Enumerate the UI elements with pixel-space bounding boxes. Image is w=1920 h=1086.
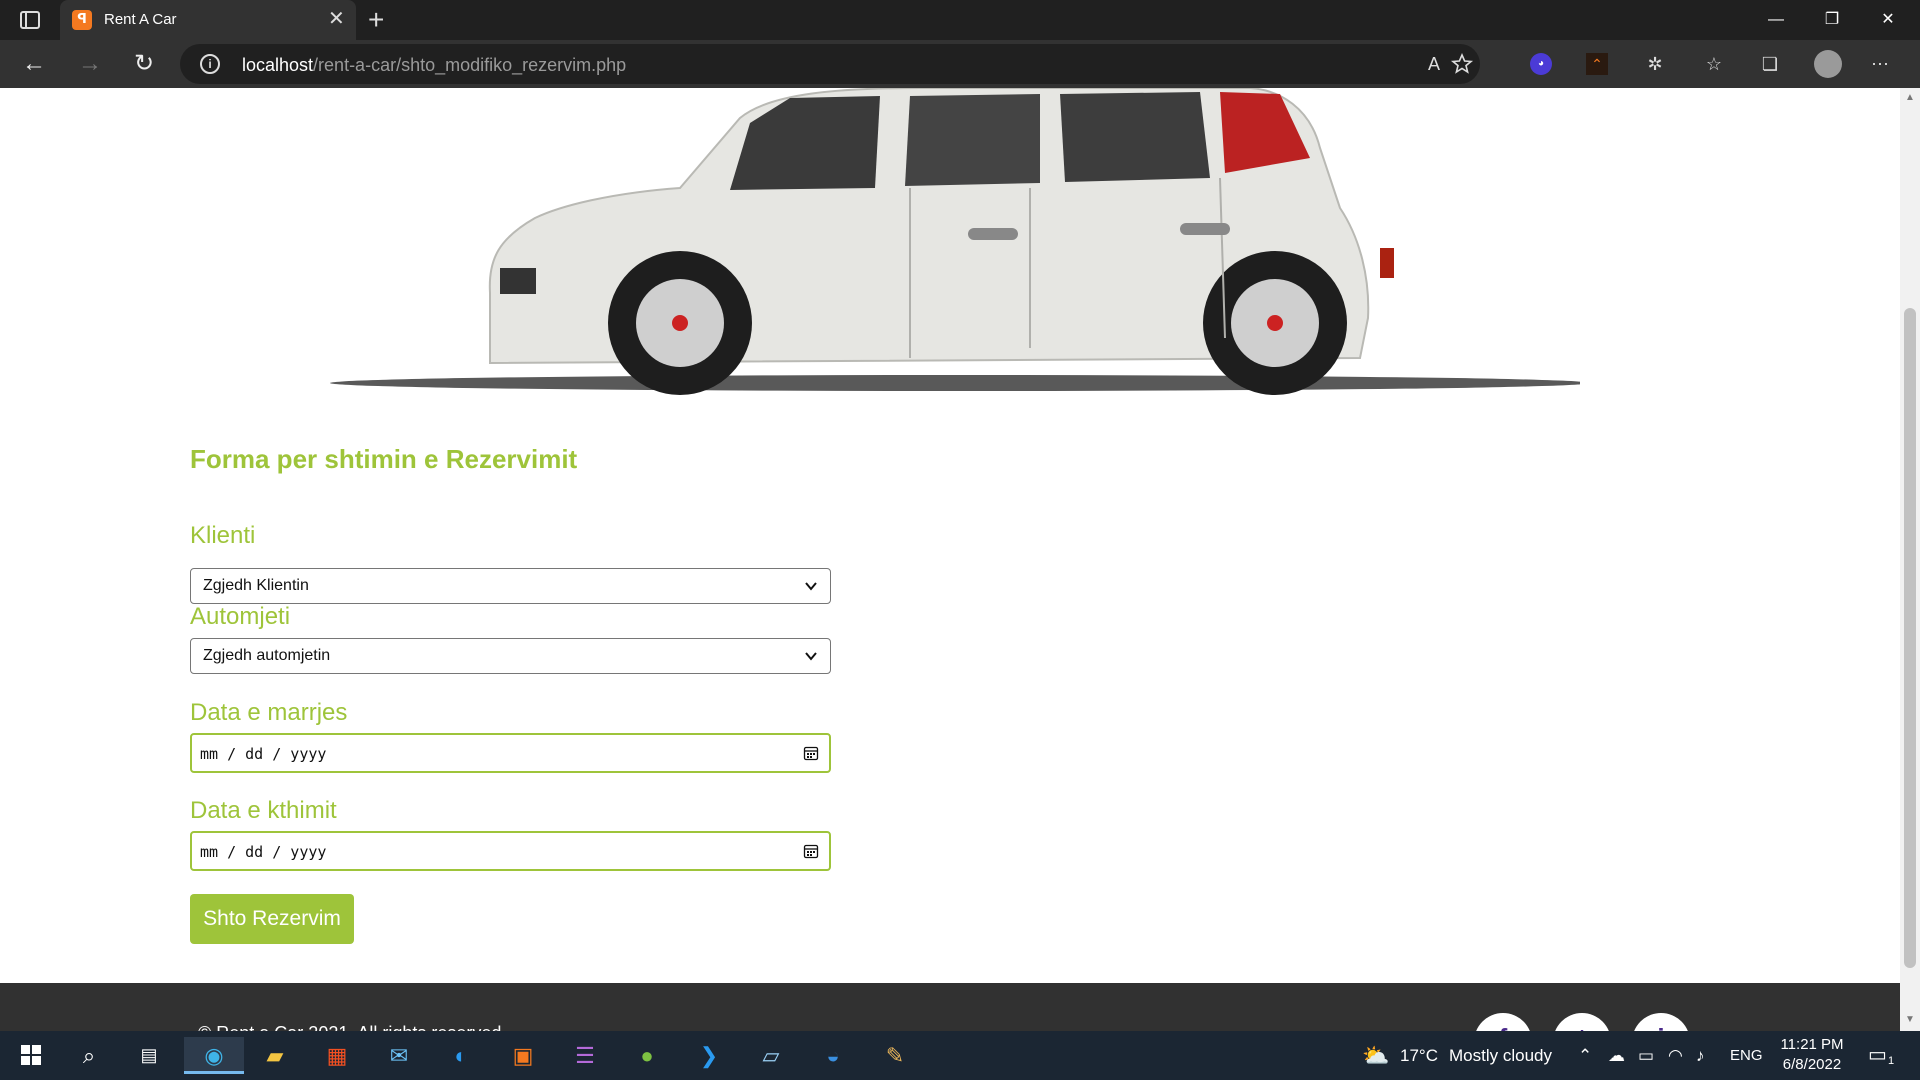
tab-close-icon[interactable]: ✕: [328, 8, 345, 30]
refresh-button[interactable]: ↻: [126, 48, 162, 80]
pickup-date-label: Data e marrjes: [190, 699, 348, 726]
file-explorer-icon[interactable]: ▰: [254, 1037, 296, 1074]
browser-tab-bar: ꟼ Rent A Car ✕ + — ❐ ✕: [0, 0, 1920, 40]
add-reservation-button[interactable]: Shto Rezervim: [190, 894, 354, 944]
onedrive-icon[interactable]: ☁: [1608, 1031, 1625, 1080]
vehicle-label: Automjeti: [190, 603, 291, 630]
footer-copyright: © Rent a Car 2021. All rights reserved: [198, 1023, 501, 1031]
windows-start-icon[interactable]: [10, 1037, 52, 1074]
more-icon[interactable]: ⋯: [1866, 50, 1894, 78]
chevron-down-icon: [805, 652, 817, 661]
language-indicator[interactable]: ENG: [1730, 1031, 1763, 1080]
weather-icon[interactable]: ⛅: [1362, 1031, 1389, 1080]
page-scrollbar[interactable]: ▲ ▼: [1900, 88, 1920, 1031]
tab-rent-a-car[interactable]: ꟼ Rent A Car ✕: [60, 0, 356, 40]
site-info-icon[interactable]: i: [200, 54, 220, 74]
volume-icon[interactable]: ♪: [1696, 1031, 1705, 1080]
calendar-icon[interactable]: [803, 745, 819, 761]
page-content: Forma per shtimin e Rezervimit Klienti Z…: [0, 88, 1900, 1031]
taskbar-clock[interactable]: 11:21 PM 6/8/2022: [1780, 1035, 1844, 1075]
battery-icon[interactable]: ▭: [1638, 1031, 1654, 1080]
read-aloud-icon[interactable]: A: [1422, 52, 1446, 76]
restore-button[interactable]: ❐: [1804, 0, 1860, 40]
pickup-date-value: mm / dd / yyyy: [200, 745, 327, 763]
client-label: Klienti: [190, 522, 256, 549]
xampp-favicon-icon: ꟼ: [72, 10, 92, 30]
return-date-label: Data e kthimit: [190, 797, 337, 824]
scroll-up-icon[interactable]: ▲: [1904, 92, 1916, 104]
url-text[interactable]: localhost/rent-a-car/shto_modifiko_rezer…: [242, 55, 626, 76]
tab-actions-icon[interactable]: [16, 8, 44, 32]
microsoft-store-icon[interactable]: ▦: [316, 1037, 358, 1074]
paint-icon[interactable]: ✎: [874, 1037, 916, 1074]
extensions-icon[interactable]: ✲: [1641, 50, 1669, 78]
xampp-icon[interactable]: ▣: [502, 1037, 544, 1074]
tab-title: Rent A Car: [104, 11, 177, 28]
clock-time: 11:21 PM: [1780, 1036, 1844, 1053]
vscode-icon[interactable]: ❯: [688, 1037, 730, 1074]
instagram-icon[interactable]: i: [1632, 1013, 1690, 1031]
client-select[interactable]: Zgjedh Klientin: [190, 568, 831, 604]
task-view-icon[interactable]: ▤: [128, 1037, 170, 1074]
search-icon[interactable]: ⌕: [68, 1037, 110, 1074]
return-date-value: mm / dd / yyyy: [200, 843, 327, 861]
favorites-icon[interactable]: ☆: [1700, 50, 1728, 78]
twitter-icon[interactable]: t: [1553, 1013, 1611, 1031]
clock-date: 6/8/2022: [1782, 1056, 1842, 1073]
pickup-date-input[interactable]: mm / dd / yyyy: [190, 733, 831, 773]
tray-chevron-icon[interactable]: ⌃: [1578, 1031, 1592, 1080]
favorites-add-icon[interactable]: [1450, 52, 1474, 76]
client-select-value: Zgjedh Klientin: [203, 577, 309, 594]
notifications-icon[interactable]: ▭: [1868, 1031, 1887, 1080]
profile-icon[interactable]: [1814, 50, 1842, 78]
close-window-button[interactable]: ✕: [1860, 0, 1916, 40]
chevron-down-icon: [805, 582, 817, 591]
edge-icon[interactable]: ◉: [184, 1037, 244, 1074]
firefox-icon[interactable]: ◐: [440, 1037, 482, 1074]
mail-icon[interactable]: ✉: [378, 1037, 420, 1074]
page-footer: © Rent a Car 2021. All rights reserved f…: [0, 983, 1900, 1031]
vehicle-select[interactable]: Zgjedh automjetin: [190, 638, 831, 674]
extension-purple-icon[interactable]: ◕: [1530, 53, 1552, 75]
utorrent-icon[interactable]: ●: [626, 1037, 668, 1074]
collections-icon[interactable]: ❏: [1756, 50, 1784, 78]
scroll-down-icon[interactable]: ▼: [1904, 1014, 1916, 1026]
form-title: Forma per shtimin e Rezervimit: [190, 444, 578, 474]
new-tab-button[interactable]: +: [368, 4, 384, 36]
extension-orange-icon[interactable]: ⌃: [1586, 53, 1608, 75]
weather-temp[interactable]: 17°C: [1400, 1031, 1438, 1080]
remote-icon[interactable]: ◒: [812, 1037, 854, 1074]
facebook-icon[interactable]: f: [1474, 1013, 1532, 1031]
notepad-icon[interactable]: ▱: [750, 1037, 792, 1074]
back-button[interactable]: ←: [16, 48, 52, 80]
windows-taskbar: ⌕ ▤ ◉ ▰ ▦ ✉ ◐ ▣ ☰ ● ❯ ▱ ◒ ✎ ⛅ 17°C Mostl…: [0, 1031, 1920, 1080]
browser-toolbar: ← → ↻ i localhost/rent-a-car/shto_modifi…: [0, 40, 1920, 88]
return-date-input[interactable]: mm / dd / yyyy: [190, 831, 831, 871]
calendar-icon[interactable]: [803, 843, 819, 859]
scrollbar-thumb[interactable]: [1904, 308, 1916, 968]
car-image: [330, 88, 1580, 395]
winrar-icon[interactable]: ☰: [564, 1037, 606, 1074]
vehicle-select-value: Zgjedh automjetin: [203, 647, 331, 664]
minimize-button[interactable]: —: [1748, 0, 1804, 40]
address-bar[interactable]: i localhost/rent-a-car/shto_modifiko_rez…: [180, 44, 1480, 84]
weather-text[interactable]: Mostly cloudy: [1449, 1031, 1552, 1080]
wifi-icon[interactable]: ◠: [1668, 1031, 1683, 1080]
forward-button[interactable]: →: [72, 48, 108, 80]
notification-count: 1: [1888, 1055, 1895, 1067]
